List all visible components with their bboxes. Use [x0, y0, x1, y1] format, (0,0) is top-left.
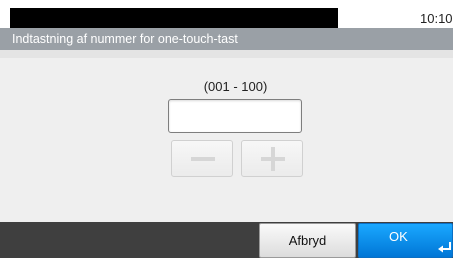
main-content: (001 - 100): [0, 58, 453, 222]
enter-return-icon: [438, 242, 451, 253]
page-title: Indtastning af nummer for one-touch-tast: [12, 32, 238, 46]
cancel-button-label: Afbryd: [288, 233, 327, 248]
ok-button[interactable]: OK: [358, 223, 453, 258]
ok-button-label: OK: [389, 229, 408, 244]
minus-icon: [191, 157, 215, 161]
title-bar: Indtastning af nummer for one-touch-tast: [0, 28, 453, 50]
clock: 10:10: [420, 11, 453, 26]
plus-icon-vertical: [271, 147, 275, 171]
status-bar: 10:10: [0, 0, 453, 28]
title-divider: [0, 50, 453, 58]
increment-button[interactable]: [241, 140, 303, 177]
cancel-button[interactable]: Afbryd: [259, 223, 356, 258]
decrement-button[interactable]: [171, 140, 233, 177]
range-label: (001 - 100): [203, 79, 268, 94]
footer-bar: Afbryd OK: [0, 222, 453, 258]
number-input[interactable]: [168, 99, 302, 133]
status-area: [10, 8, 338, 28]
